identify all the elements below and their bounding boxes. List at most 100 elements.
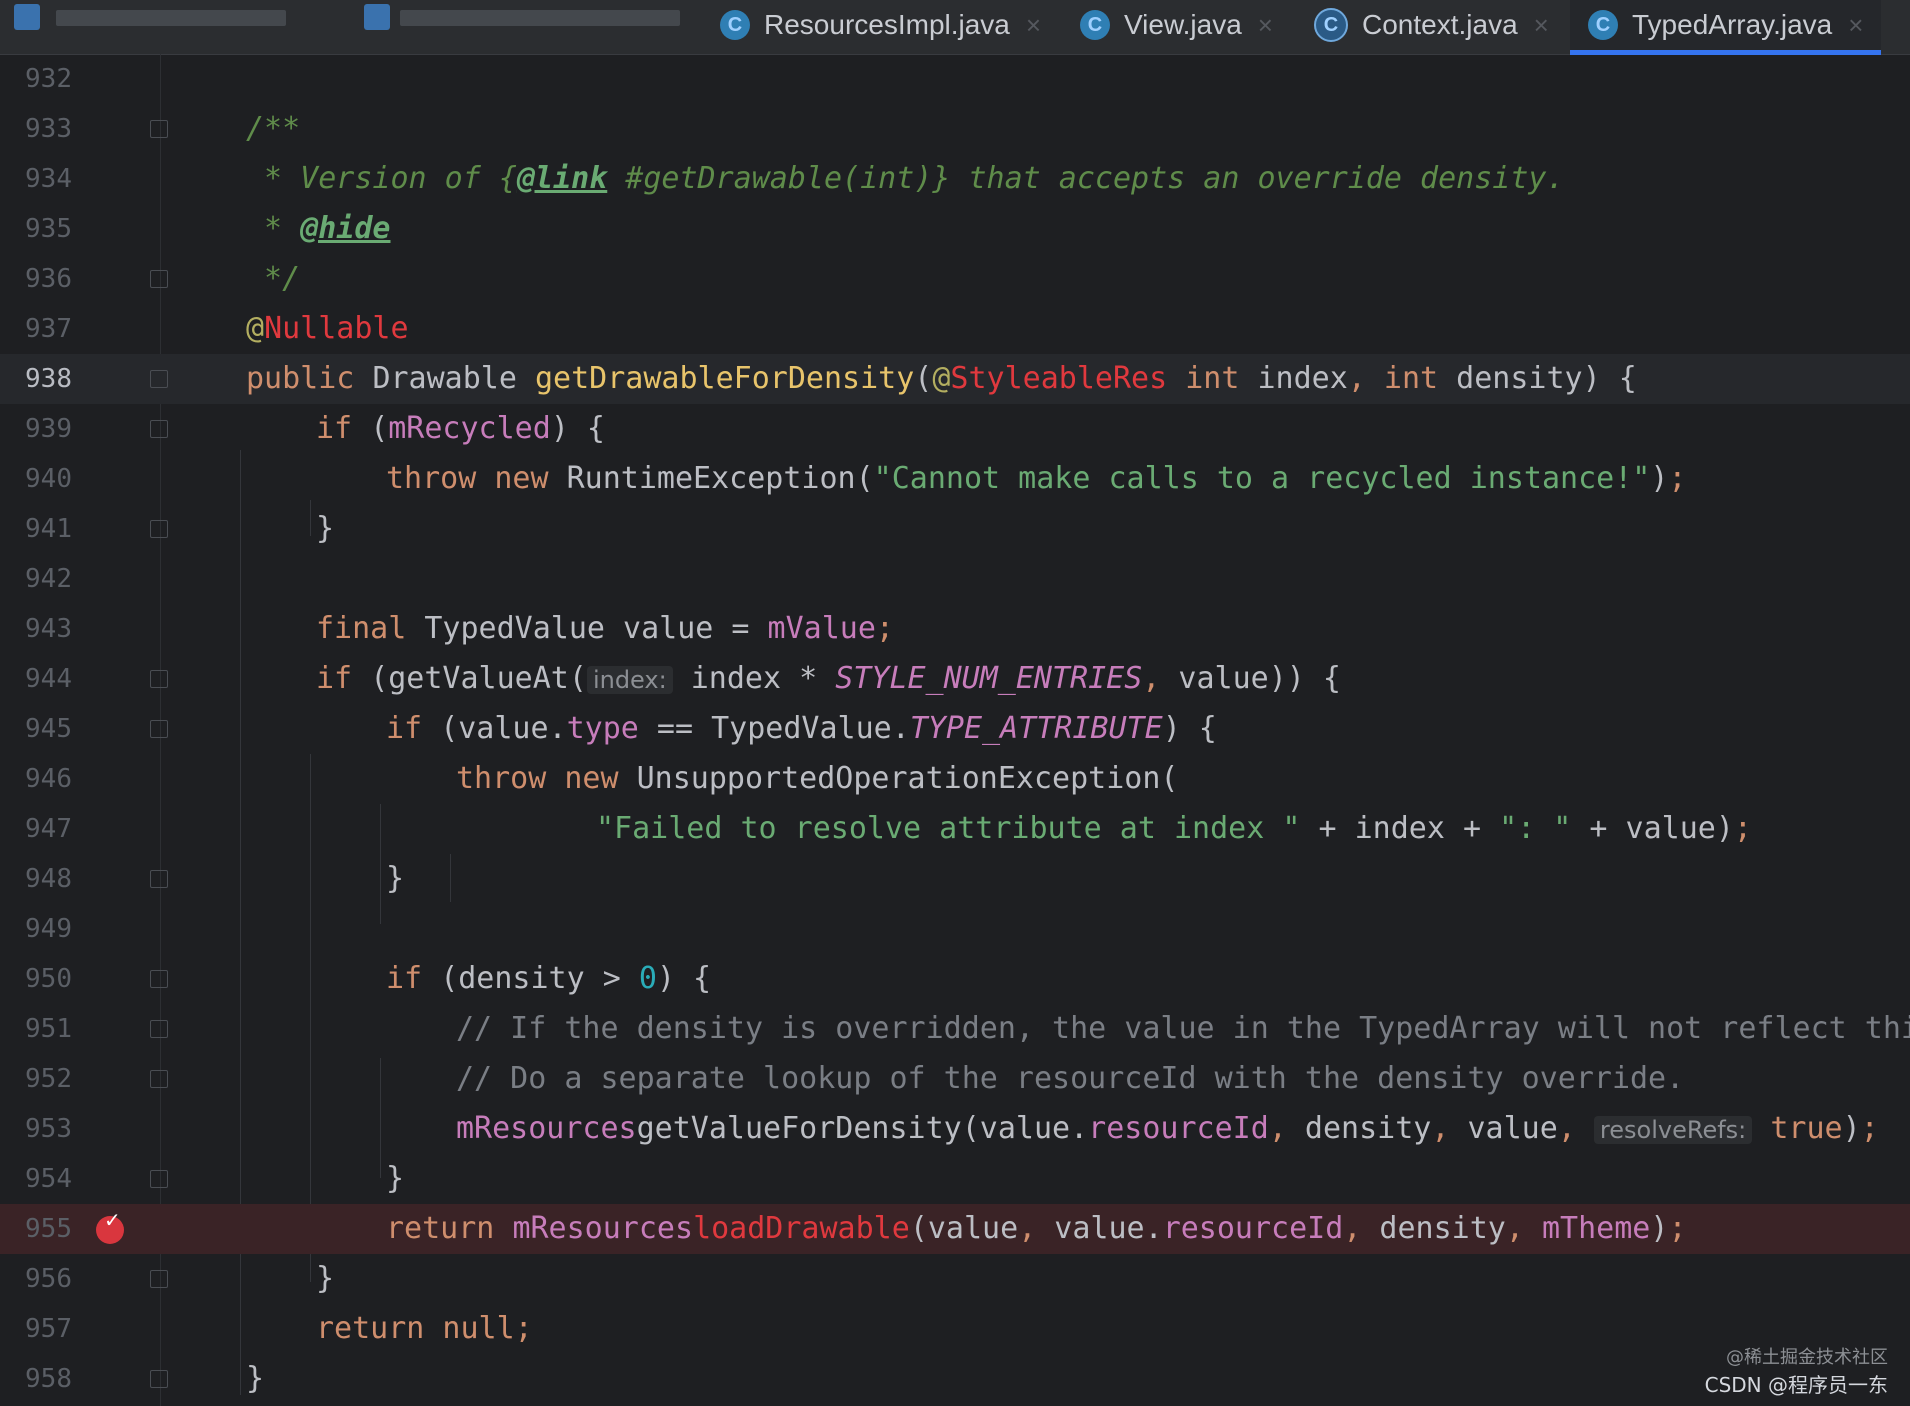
fold-toggle[interactable] (150, 870, 168, 888)
code-text: * @hide (246, 211, 391, 246)
line-number: 951 (25, 1014, 72, 1044)
fold-toggle[interactable] (150, 1070, 168, 1088)
code-line[interactable]: 937 @Nullable (0, 304, 1910, 354)
abstract-class-icon: C (1314, 8, 1348, 42)
watermark: @稀土掘金技术社区 CSDN @程序员一东 (1705, 1343, 1888, 1398)
code-line[interactable]: 951 // If the density is overridden, the… (0, 1004, 1910, 1054)
blurred-tabs-area (0, 0, 690, 54)
parameter-hint: resolveRefs: (1593, 1116, 1753, 1144)
file-icon (364, 4, 390, 30)
line-number: 950 (25, 964, 72, 994)
line-number: 953 (25, 1114, 72, 1144)
line-number: 934 (25, 164, 72, 194)
code-line[interactable]: 947 "Failed to resolve attribute at inde… (0, 804, 1910, 854)
class-icon: C (1588, 10, 1618, 40)
code-text: // If the density is overridden, the val… (456, 1011, 1910, 1046)
fold-toggle[interactable] (150, 1020, 168, 1038)
fold-toggle[interactable] (150, 120, 168, 138)
line-number: 936 (25, 264, 72, 294)
line-number: 943 (25, 614, 72, 644)
fold-toggle[interactable] (150, 970, 168, 988)
code-text: * Version of {@link #getDrawable(int)} t… (246, 161, 1565, 196)
close-icon[interactable]: × (1848, 10, 1863, 41)
line-number: 941 (25, 514, 72, 544)
breakpoint-verified-icon: ✓ (104, 1208, 121, 1232)
close-icon[interactable]: × (1258, 10, 1273, 41)
code-line-current[interactable]: 938 public Drawable getDrawableForDensit… (0, 354, 1910, 404)
code-text: mResourcesgetValueForDensity(value.resou… (456, 1111, 1879, 1146)
fold-toggle[interactable] (150, 720, 168, 738)
tab-label: ResourcesImpl.java (764, 9, 1010, 40)
fold-toggle[interactable] (150, 370, 168, 388)
line-number: 952 (25, 1064, 72, 1094)
line-number: 958 (25, 1364, 72, 1394)
code-line[interactable]: 940 throw new RuntimeException("Cannot m… (0, 454, 1910, 504)
code-text: if (value.type == TypedValue.TYPE_ATTRIB… (386, 711, 1217, 746)
code-line[interactable]: 954 } (0, 1154, 1910, 1204)
line-number: 955 (25, 1214, 72, 1244)
code-line[interactable]: 953 mResourcesgetValueForDensity(value.r… (0, 1104, 1910, 1154)
fold-toggle[interactable] (150, 1170, 168, 1188)
code-text: */ (246, 261, 301, 296)
code-line[interactable]: 948 } (0, 854, 1910, 904)
close-icon[interactable]: × (1026, 10, 1041, 41)
line-number: 935 (25, 214, 72, 244)
code-line[interactable]: 942 (0, 554, 1910, 604)
code-line[interactable]: 939 if (mRecycled) { (0, 404, 1910, 454)
fold-toggle[interactable] (150, 1270, 168, 1288)
code-line[interactable]: 945 if (value.type == TypedValue.TYPE_AT… (0, 704, 1910, 754)
code-text: // Do a separate lookup of the resourceI… (456, 1061, 1685, 1096)
code-line[interactable]: 956 } (0, 1254, 1910, 1304)
watermark-line2: CSDN @程序员一东 (1704, 1373, 1888, 1397)
code-text: if (density > 0) { (386, 961, 712, 996)
line-number: 940 (25, 464, 72, 494)
code-line[interactable]: 932 (0, 54, 1910, 104)
code-line[interactable]: 952 // Do a separate lookup of the resou… (0, 1054, 1910, 1104)
close-icon[interactable]: × (1534, 10, 1549, 41)
code-line[interactable]: 935 * @hide (0, 204, 1910, 254)
code-line[interactable]: 949 (0, 904, 1910, 954)
code-line[interactable]: 936 */ (0, 254, 1910, 304)
code-text: } (316, 1261, 335, 1296)
code-line[interactable]: 944 if (getValueAt(index: index * STYLE_… (0, 654, 1910, 704)
line-number: 948 (25, 864, 72, 894)
line-number: 939 (25, 414, 72, 444)
code-line[interactable]: 943 final TypedValue value = mValue; (0, 604, 1910, 654)
fold-toggle[interactable] (150, 520, 168, 538)
fold-toggle[interactable] (150, 670, 168, 688)
code-line[interactable]: 950 if (density > 0) { (0, 954, 1910, 1004)
line-number: 956 (25, 1264, 72, 1294)
tab-context[interactable]: C Context.java × (1314, 0, 1549, 50)
code-line[interactable]: 957 return null; (0, 1304, 1910, 1354)
code-text: return mResourcesloadDrawable(value, val… (386, 1211, 1687, 1246)
line-number: 945 (25, 714, 72, 744)
parameter-hint: index: (586, 666, 673, 694)
code-line[interactable]: 946 throw new UnsupportedOperationExcept… (0, 754, 1910, 804)
code-text: } (386, 1161, 405, 1196)
code-text: throw new UnsupportedOperationException( (456, 761, 1179, 796)
blurred-tab-label (400, 10, 680, 26)
code-line[interactable]: 958 } (0, 1354, 1910, 1404)
tab-view[interactable]: C View.java × (1080, 0, 1273, 50)
fold-toggle[interactable] (150, 1370, 168, 1388)
class-icon: C (1080, 10, 1110, 40)
tab-resourcesimpl[interactable]: C ResourcesImpl.java × (720, 0, 1041, 50)
fold-toggle[interactable] (150, 420, 168, 438)
code-editor[interactable]: 932 933 /** 934 * Version of {@link #get… (0, 54, 1910, 1406)
file-icon (14, 4, 40, 30)
blurred-tab-label (56, 10, 286, 26)
code-line[interactable]: 933 /** (0, 104, 1910, 154)
code-text: @Nullable (246, 311, 409, 346)
line-number: 946 (25, 764, 72, 794)
code-line-breakpoint[interactable]: 955 ✓ return mResourcesloadDrawable(valu… (0, 1204, 1910, 1254)
tab-typedarray[interactable]: C TypedArray.java × (1570, 0, 1882, 55)
code-line[interactable]: 934 * Version of {@link #getDrawable(int… (0, 154, 1910, 204)
code-text: } (386, 861, 405, 896)
line-number: 949 (25, 914, 72, 944)
code-line[interactable]: 941 } (0, 504, 1910, 554)
code-text: final TypedValue value = mValue; (316, 611, 894, 646)
line-number: 957 (25, 1314, 72, 1344)
line-number: 938 (25, 364, 72, 394)
code-text: "Failed to resolve attribute at index " … (596, 811, 1752, 846)
fold-toggle[interactable] (150, 270, 168, 288)
